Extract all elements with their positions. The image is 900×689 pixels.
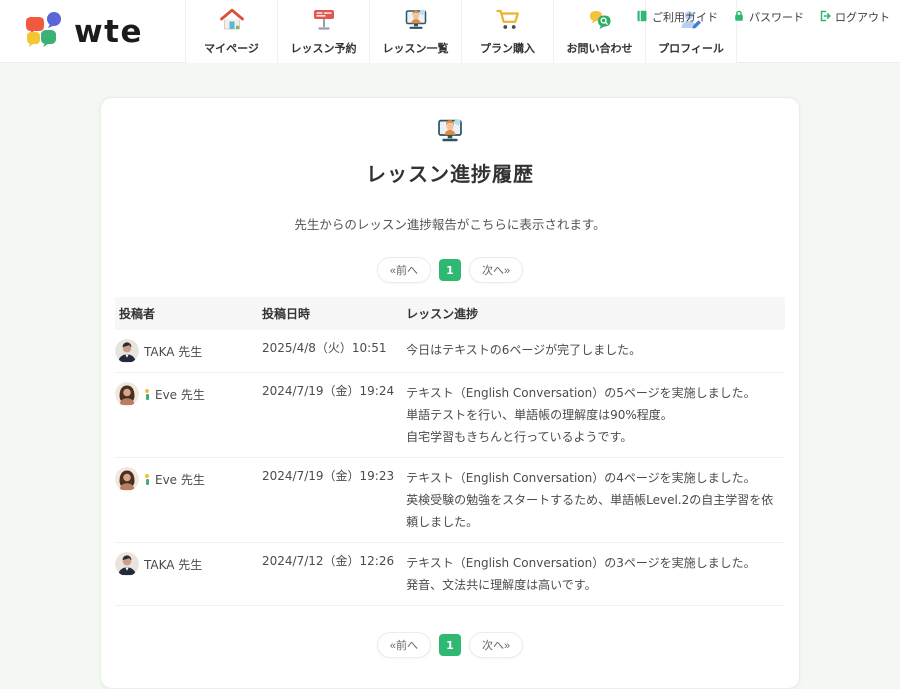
lesson-progress-card: レッスン進捗履歴 先生からのレッスン進捗報告がこちらに表示されます。 «前へ 1… [100,97,800,689]
col-header-progress: レッスン進捗 [404,297,785,330]
monitor-person-icon [403,7,429,37]
next-page-button[interactable]: 次へ» [469,632,523,658]
lock-icon [733,10,745,25]
cart-icon [495,7,521,37]
pagination-top: «前へ 1 次へ» [115,257,785,283]
nav-item-contact[interactable]: お問い合わせ [553,0,645,63]
password-link[interactable]: パスワード [733,9,804,25]
nav-label: お問い合わせ [567,40,633,56]
post-datetime: 2024/7/12（金）12:26 [260,543,404,606]
table-row: Eve 先生 2024/7/19（金）19:24 テキスト（English Co… [115,373,785,458]
signboard-icon [311,7,337,37]
header: wte マイページ [0,0,900,63]
poster-name: Eve 先生 [155,471,205,488]
poster-name: TAKA 先生 [144,556,202,573]
guide-book-icon [636,10,648,25]
post-datetime: 2025/4/8（火）10:51 [260,330,404,373]
brand-logo[interactable]: wte [24,11,143,53]
nav-label: プラン購入 [480,40,535,56]
nav-item-plan-purchase[interactable]: プラン購入 [461,0,553,63]
mini-figure-icon [144,474,150,485]
brand-name: wte [74,17,143,48]
mini-figure-icon [144,389,150,400]
page-title: レッスン進捗履歴 [115,158,785,187]
nav-label: レッスン一覧 [383,40,449,56]
table-row: TAKA 先生 2024/7/12（金）12:26 テキスト（English C… [115,543,785,606]
chat-bubbles-logo-icon [24,11,64,53]
avatar-eve [115,382,139,406]
col-header-datetime: 投稿日時 [260,297,404,330]
avatar-eve [115,467,139,491]
next-page-button[interactable]: 次へ» [469,257,523,283]
avatar-taka [115,552,139,576]
pagination-bottom: «前へ 1 次へ» [115,632,785,658]
nav-item-mypage[interactable]: マイページ [185,0,277,63]
logout-link-label: ログアウト [835,9,890,25]
progress-cell: テキスト（English Conversation）の4ページを実施しました。 … [404,458,785,543]
col-header-poster: 投稿者 [115,297,260,330]
prev-page-button[interactable]: «前へ [377,257,431,283]
nav-item-lesson-list[interactable]: レッスン一覧 [369,0,461,63]
monitor-person-icon [435,116,465,150]
progress-cell: テキスト（English Conversation）の3ページを実施しました。 … [404,543,785,606]
page-body: レッスン進捗履歴 先生からのレッスン進捗報告がこちらに表示されます。 «前へ 1… [0,97,900,689]
progress-cell: テキスト（English Conversation）の5ページを実施しました。 … [404,373,785,458]
guide-link-label: ご利用ガイド [652,9,718,25]
prev-page-button[interactable]: «前へ [377,632,431,658]
poster-name: Eve 先生 [155,386,205,403]
avatar-taka [115,339,139,363]
nav-label: マイページ [204,40,259,56]
current-page-button[interactable]: 1 [439,634,461,656]
current-page-button[interactable]: 1 [439,259,461,281]
table-header-row: 投稿者 投稿日時 レッスン進捗 [115,297,785,330]
post-datetime: 2024/7/19（金）19:24 [260,373,404,458]
logout-link[interactable]: ログアウト [819,9,890,25]
progress-cell: 今日はテキストの6ページが完了しました。 [404,330,785,373]
logout-icon [819,10,831,25]
table-row: Eve 先生 2024/7/19（金）19:23 テキスト（English Co… [115,458,785,543]
poster-name: TAKA 先生 [144,343,202,360]
page-subtitle: 先生からのレッスン進捗報告がこちらに表示されます。 [115,214,785,233]
nav-label: レッスン予約 [291,40,357,56]
nav-item-lesson-booking[interactable]: レッスン予約 [277,0,369,63]
table-row: TAKA 先生 2025/4/8（火）10:51 今日はテキストの6ページが完了… [115,330,785,373]
nav-label: プロフィール [658,40,724,56]
home-icon [219,7,245,37]
password-link-label: パスワード [749,9,804,25]
progress-table: 投稿者 投稿日時 レッスン進捗 [115,297,785,606]
chat-icon [587,7,613,37]
utility-links: ご利用ガイド パスワード ログアウト [636,9,890,25]
guide-link[interactable]: ご利用ガイド [636,9,718,25]
post-datetime: 2024/7/19（金）19:23 [260,458,404,543]
card-header-icon-wrap [115,116,785,150]
